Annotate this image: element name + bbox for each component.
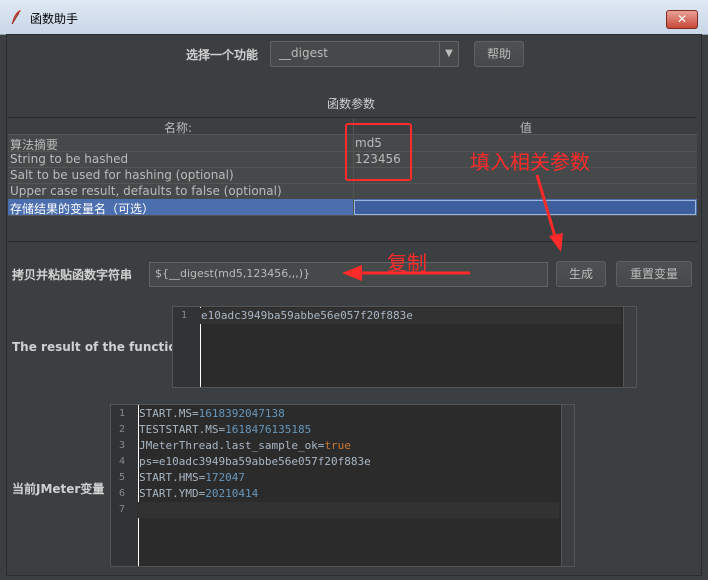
generate-button[interactable]: 生成 (556, 261, 606, 287)
code-line: START.HMS=172047 (139, 471, 245, 484)
code-line: JMeterThread.last_sample_ok=true (139, 439, 351, 452)
param-value[interactable]: 123456 (355, 152, 401, 166)
var-key: START.MS= (139, 407, 199, 420)
line-number: 3 (119, 440, 126, 451)
close-button[interactable]: ✕ (666, 10, 698, 29)
line-number: 6 (119, 488, 126, 499)
code-line: START.MS=1618392047138 (139, 407, 285, 420)
var-value: true (324, 439, 351, 452)
reset-variables-button[interactable]: 重置变量 (616, 261, 692, 287)
var-key: ps=e10adc3949ba59abbe56e057f20f883e (139, 455, 371, 468)
var-key: JMeterThread.last_sample_ok= (139, 439, 325, 452)
function-string-field[interactable]: ${__digest(md5,123456,,,)} (149, 262, 548, 287)
window-title: 函数助手 (30, 12, 79, 26)
select-function-label: 选择一个功能 (186, 48, 259, 62)
line-gutter: 1 (173, 307, 201, 387)
var-value: 1618476135185 (225, 423, 312, 436)
feather-icon (11, 10, 21, 25)
column-header-value: 值 (520, 121, 533, 135)
annotation-fill-params: 填入相关参数 (470, 150, 590, 174)
result-value: e10adc3949ba59abbe56e057f20f883e (201, 309, 413, 322)
line-number: 7 (119, 504, 126, 515)
result-editor[interactable]: 1 e10adc3949ba59abbe56e057f20f883e (172, 306, 637, 388)
column-divider (353, 118, 354, 216)
var-key: START.YMD= (139, 487, 206, 500)
param-name: String to be hashed (10, 152, 129, 166)
function-select[interactable]: __digest ▼ (270, 41, 459, 67)
chevron-down-icon[interactable]: ▼ (439, 42, 458, 66)
var-value: 20210414 (205, 487, 259, 500)
code-line: ps=e10adc3949ba59abbe56e057f20f883e (139, 455, 371, 468)
vertical-scrollbar[interactable] (561, 405, 574, 566)
annotation-copy: 复制 (387, 251, 427, 275)
params-heading: 函数参数 (327, 97, 376, 111)
function-string-label: 拷贝并粘贴函数字符串 (12, 268, 133, 282)
param-name: Upper case result, defaults to false (op… (10, 184, 282, 198)
help-button[interactable]: 帮助 (474, 41, 524, 67)
function-select-value: __digest (279, 46, 328, 60)
jmeter-vars-editor[interactable]: 1 2 3 4 5 6 7 START.MS=1618392047138 TES… (110, 404, 575, 567)
jmeter-vars-label: 当前JMeter变量 (12, 482, 105, 496)
var-key: START.HMS= (139, 471, 206, 484)
line-gutter: 1 2 3 4 5 6 7 (111, 405, 139, 566)
close-icon: ✕ (676, 12, 688, 26)
vertical-scrollbar[interactable] (623, 307, 636, 387)
var-value: 1618392047138 (198, 407, 285, 420)
code-line: START.YMD=20210414 (139, 487, 258, 500)
current-line-highlight (137, 502, 559, 518)
line-number: 2 (119, 424, 126, 435)
var-value: 172047 (205, 471, 245, 484)
title-bar: 函数助手 ✕ (0, 0, 708, 35)
param-name: Salt to be used for hashing (optional) (10, 168, 234, 182)
params-table: 名称: 值 算法摘要 md5 String to be hashed 12345… (8, 117, 697, 216)
code-line: TESTSTART.MS=1618476135185 (139, 423, 311, 436)
var-key: TESTSTART.MS= (139, 423, 226, 436)
column-header-name: 名称: (164, 121, 193, 135)
line-number: 1 (119, 408, 126, 419)
line-number: 4 (119, 456, 126, 467)
divider (8, 241, 698, 242)
line-number: 5 (119, 472, 126, 483)
param-value[interactable]: md5 (355, 136, 382, 150)
line-number: 1 (181, 310, 188, 321)
param-value-editor[interactable] (354, 200, 696, 215)
function-string-value: ${__digest(md5,123456,,,)} (155, 267, 311, 280)
param-name: 存储结果的变量名（可选） (10, 202, 155, 216)
